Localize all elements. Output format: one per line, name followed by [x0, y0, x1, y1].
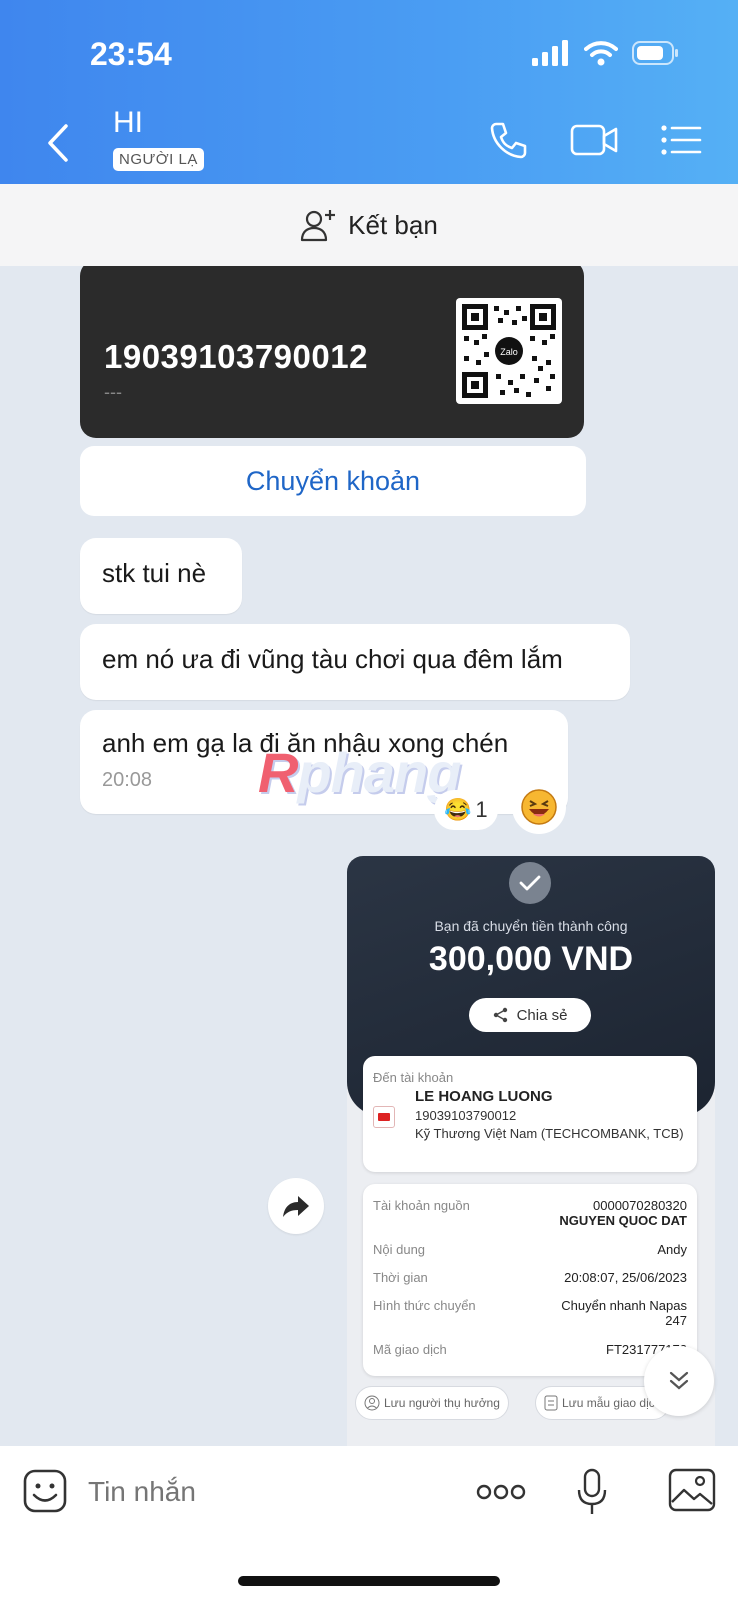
- phone-icon[interactable]: [488, 120, 528, 160]
- video-icon[interactable]: [570, 120, 620, 160]
- reaction-summary[interactable]: 😂 1: [434, 790, 498, 830]
- home-indicator: [238, 1576, 500, 1586]
- receipt-success-text: Bạn đã chuyển tiền thành công: [434, 918, 628, 934]
- laughing-emoji-icon: [521, 789, 557, 825]
- save-beneficiary-chip: Lưu người thụ hưởng: [355, 1386, 509, 1420]
- menu-list-icon[interactable]: [660, 120, 702, 160]
- forward-button[interactable]: [268, 1178, 324, 1234]
- wifi-icon: [584, 41, 618, 66]
- detail-row: Hình thức chuyển Chuyển nhanh Napas 247: [373, 1298, 687, 1328]
- detail-row: Thời gian 20:08:07, 25/06/2023: [373, 1270, 687, 1285]
- detail-row: Tài khoản nguồn 0000070280320 NGUYEN QUOC…: [373, 1198, 687, 1228]
- add-friend-button[interactable]: Kết bạn: [0, 184, 738, 266]
- react-button[interactable]: [512, 780, 566, 834]
- add-person-icon: [301, 210, 336, 242]
- add-friend-label: Kết bạn: [348, 209, 438, 240]
- recipient-account: 19039103790012: [415, 1108, 517, 1123]
- receipt-amount: 300,000 VND: [428, 940, 634, 978]
- document-icon: [544, 1395, 558, 1411]
- laughing-emoji-icon: 😂: [444, 797, 472, 822]
- to-account-label: Đến tài khoản: [373, 1070, 454, 1085]
- more-options-icon[interactable]: [476, 1482, 526, 1502]
- detail-row: Mã giao dịch FT231777172: [373, 1342, 687, 1357]
- contact-name[interactable]: HI: [113, 106, 143, 140]
- qr-code-icon: Zalo: [462, 304, 556, 398]
- bank-account-number: 19039103790012: [104, 338, 368, 375]
- microphone-icon[interactable]: [576, 1468, 608, 1516]
- forward-arrow-icon: [283, 1196, 309, 1217]
- share-button: Chia sẻ: [469, 998, 591, 1032]
- transaction-details-panel: Tài khoản nguồn 0000070280320 NGUYEN QUOC…: [363, 1184, 697, 1376]
- qr-code[interactable]: Zalo: [456, 298, 562, 404]
- scroll-down-button[interactable]: [644, 1346, 714, 1416]
- person-circle-icon: [364, 1395, 380, 1411]
- bank-card-message[interactable]: 19039103790012 --- Zalo: [80, 266, 584, 438]
- watermark-logo: Rphang: [258, 741, 461, 804]
- sticker-icon[interactable]: [22, 1468, 68, 1514]
- recipient-panel: Đến tài khoản LE HOANG LUONG 19039103790…: [363, 1056, 697, 1172]
- message-text: stk tui nè: [102, 558, 207, 588]
- double-chevron-down-icon: [669, 1371, 689, 1390]
- message-input[interactable]: [88, 1476, 388, 1508]
- message-text: em nó ưa đi vũng tàu chơi qua đêm lắm: [102, 644, 563, 674]
- qr-label: Zalo: [500, 347, 518, 357]
- stranger-badge: NGƯỜI LẠ: [113, 148, 204, 171]
- share-icon: [493, 1007, 507, 1023]
- back-chevron-icon[interactable]: [40, 118, 76, 168]
- signal-icon: [532, 40, 568, 66]
- bank-card-sub: ---: [104, 382, 122, 402]
- bank-logo-icon: [373, 1106, 395, 1128]
- status-icons: [532, 40, 680, 66]
- chat-area[interactable]: 19039103790012 --- Zalo Chuyển khoản stk…: [0, 266, 738, 1446]
- image-gallery-icon[interactable]: [668, 1468, 716, 1512]
- message-bubble[interactable]: em nó ưa đi vũng tàu chơi qua đêm lắm: [80, 624, 630, 700]
- check-icon: [509, 862, 551, 904]
- recipient-name: LE HOANG LUONG: [415, 1088, 553, 1105]
- transfer-button[interactable]: Chuyển khoản: [80, 446, 586, 516]
- status-time: 23:54: [90, 36, 172, 72]
- message-bubble[interactable]: stk tui nè: [80, 538, 242, 614]
- share-label: Chia sẻ: [516, 1006, 568, 1024]
- recipient-bank: Kỹ Thương Việt Nam (TECHCOMBANK, TCB): [415, 1126, 684, 1141]
- message-composer: [0, 1446, 738, 1600]
- battery-icon: [632, 41, 678, 65]
- chat-header: 23:54 HI NGƯỜI LẠ: [0, 0, 738, 184]
- reaction-count: 1: [475, 797, 488, 822]
- detail-row: Nội dung Andy: [373, 1242, 687, 1257]
